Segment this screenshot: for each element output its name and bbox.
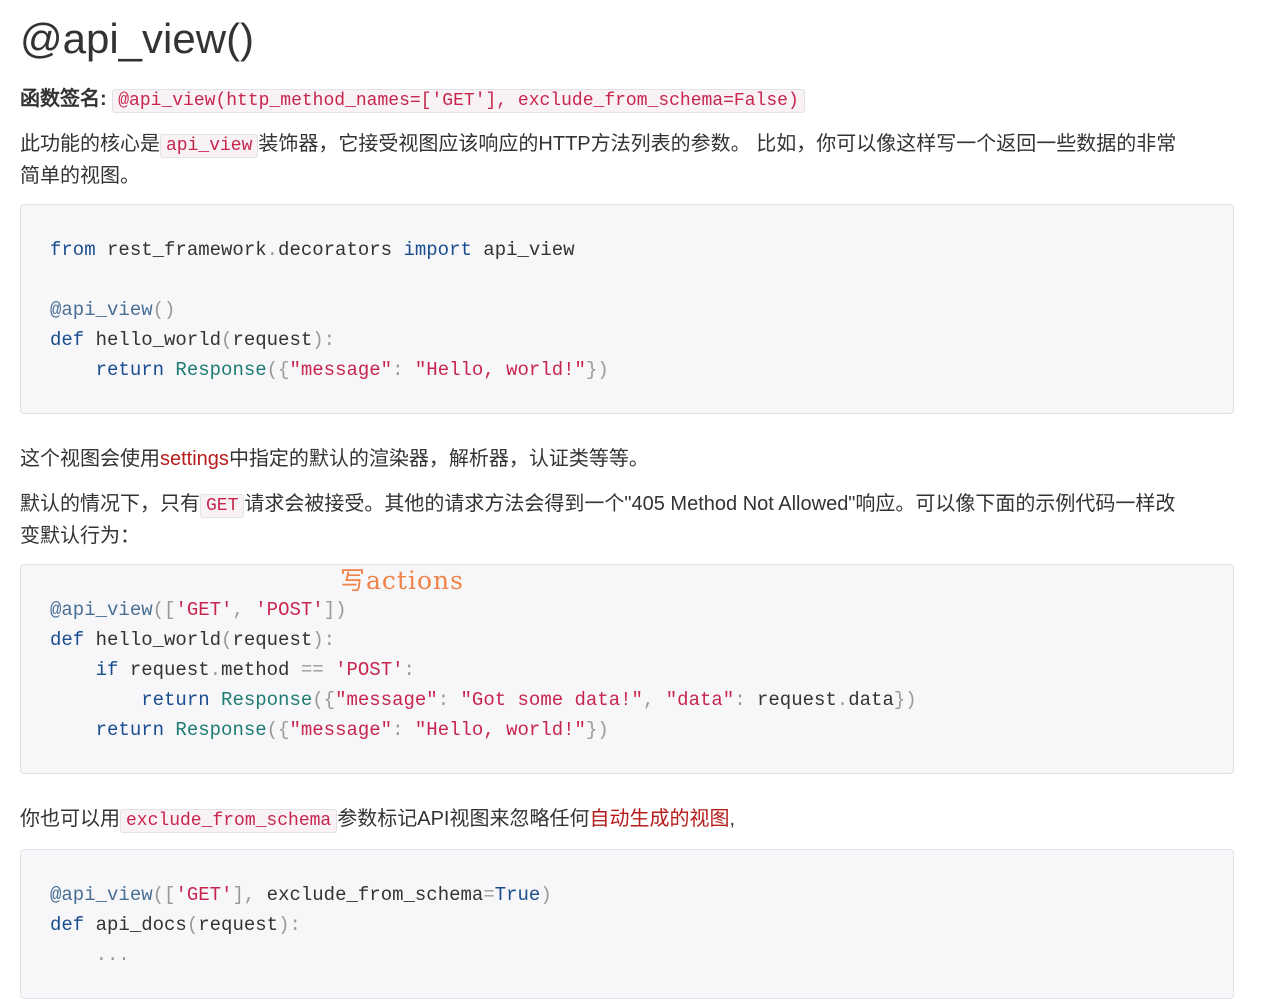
- settings-paragraph: 这个视图会使用settings中指定的默认的渲染器，解析器，认证类等等。: [20, 444, 1236, 474]
- settings-link[interactable]: settings: [160, 448, 229, 470]
- code-line: @api_view(['GET'], exclude_from_schema=T…: [50, 884, 552, 906]
- code-block-methods: @api_view(['GET', 'POST']) def hello_wor…: [20, 564, 1234, 774]
- schema-text-a: 你也可以用: [20, 808, 120, 830]
- schema-text-b: 参数标记API视图来忽略任何: [337, 808, 590, 830]
- code-block-basic: from rest_framework.decorators import ap…: [20, 204, 1234, 414]
- inline-code-api-view: api_view: [160, 134, 259, 158]
- code-line: return Response({"message": "Hello, worl…: [95, 359, 609, 381]
- handwritten-annotation: 写actions: [340, 566, 464, 595]
- schema-text-c: ,: [729, 808, 736, 830]
- inline-code-exclude-from-schema: exclude_from_schema: [120, 809, 338, 833]
- code-line: @api_view(['GET', 'POST']): [50, 599, 347, 621]
- code-line: return Response({"message": "Got some da…: [141, 689, 917, 711]
- code-line: from rest_framework.decorators import ap…: [50, 239, 575, 261]
- code-line: ...: [95, 944, 130, 966]
- code-line: def api_docs(request):: [50, 914, 301, 936]
- signature-paragraph: 函数签名: @api_view(http_method_names=['GET'…: [20, 84, 1236, 116]
- code-line: return Response({"message": "Hello, worl…: [95, 719, 609, 741]
- schema-paragraph: 你也可以用 exclude_from_schema 参数标记API视图来忽略任何自动…: [20, 804, 1236, 836]
- default-methods-paragraph: 默认的情况下，只有 GET 请求会被接受。其他的请求方法会得到一个"405 Meth…: [20, 489, 1236, 551]
- settings-text-a: 这个视图会使用: [20, 448, 160, 470]
- signature-label: 函数签名:: [20, 88, 107, 110]
- default-text-c: 变默认行为：: [20, 525, 140, 547]
- intro-text-c: 简单的视图。: [20, 165, 140, 187]
- auto-generated-views-link[interactable]: 自动生成的视图: [589, 808, 729, 830]
- code-line: if request.method == 'POST':: [95, 659, 415, 681]
- default-text-a: 默认的情况下，只有: [20, 493, 200, 515]
- intro-text-a: 此功能的核心是: [20, 133, 160, 155]
- settings-text-b: 中指定的默认的渲染器，解析器，认证类等等。: [228, 448, 649, 470]
- page-title: @api_view(): [20, 15, 255, 62]
- code-line: def hello_world(request):: [50, 329, 336, 351]
- intro-text-b: 装饰器，它接受视图应该响应的HTTP方法列表的参数。 比如，你可以像这样写一个返…: [258, 133, 1177, 155]
- code-line: @api_view(): [50, 299, 176, 321]
- signature-code: @api_view(http_method_names=['GET'], exc…: [112, 89, 805, 113]
- intro-paragraph: 此功能的核心是 api_view 装饰器，它接受视图应该响应的HTTP方法列表的参数…: [20, 129, 1236, 191]
- default-text-b: 请求会被接受。其他的请求方法会得到一个"405 Method Not Allow…: [244, 493, 1176, 515]
- inline-code-get: GET: [200, 494, 245, 518]
- code-line: def hello_world(request):: [50, 629, 336, 651]
- code-block-schema: @api_view(['GET'], exclude_from_schema=T…: [20, 849, 1234, 999]
